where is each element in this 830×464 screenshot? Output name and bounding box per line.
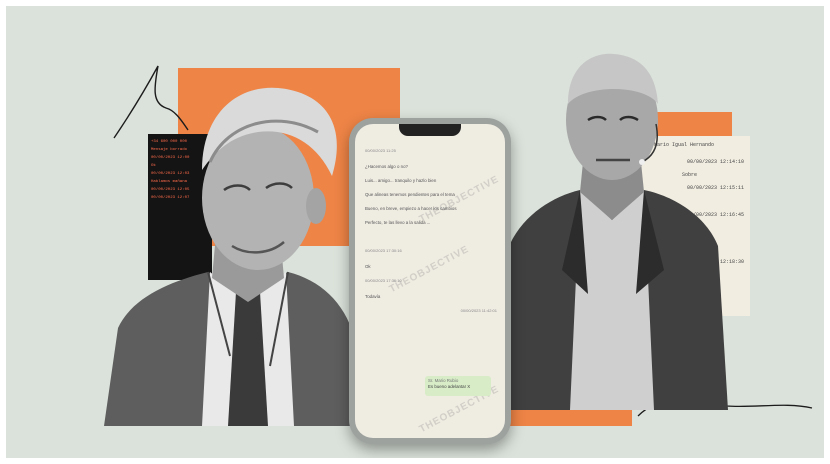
message-timestamp: 00/00/2023 11:25: [365, 148, 396, 153]
collage-canvas: +34 600 000 000 Mensaje borrado 00/00/20…: [6, 6, 824, 458]
message-text: Todavía: [365, 294, 381, 299]
message-timestamp: 00/00/2023 17:36:10: [365, 278, 402, 283]
message-text: ¿Hacemos algo o no?: [365, 164, 408, 169]
message-timestamp: 00/00/2023 17:30:16: [365, 248, 402, 253]
message-text: Perfecto, te las llevo a la salida ...: [365, 220, 431, 225]
smartphone: THEOBJECTIVE THEOBJECTIVE THEOBJECTIVE 0…: [349, 118, 511, 444]
man-left-portrait: [104, 87, 358, 426]
message-text: Bueno, en breve, empiezo a hacer los cam…: [365, 206, 457, 211]
man-right-portrait: [504, 53, 728, 410]
chat-log: 00/00/2023 11:25 ¿Hacemos algo o no? Lui…: [365, 148, 497, 314]
message-bubble-outgoing: Sr. Mario Rubio Es bueno adelantar X: [425, 376, 491, 396]
message-text: Ok: [365, 264, 371, 269]
phone-screen: THEOBJECTIVE THEOBJECTIVE THEOBJECTIVE 0…: [355, 124, 505, 438]
message-text: Luis... amigo... tranquilo y hazlo bien: [365, 178, 437, 183]
phone-notch: [399, 124, 461, 136]
bubble-text: Es bueno adelantar X: [428, 384, 471, 389]
message-text: Que alineas tenemos pendientes para el t…: [365, 192, 455, 197]
message-timestamp: 00/00/2023 11:42:01: [460, 308, 497, 313]
